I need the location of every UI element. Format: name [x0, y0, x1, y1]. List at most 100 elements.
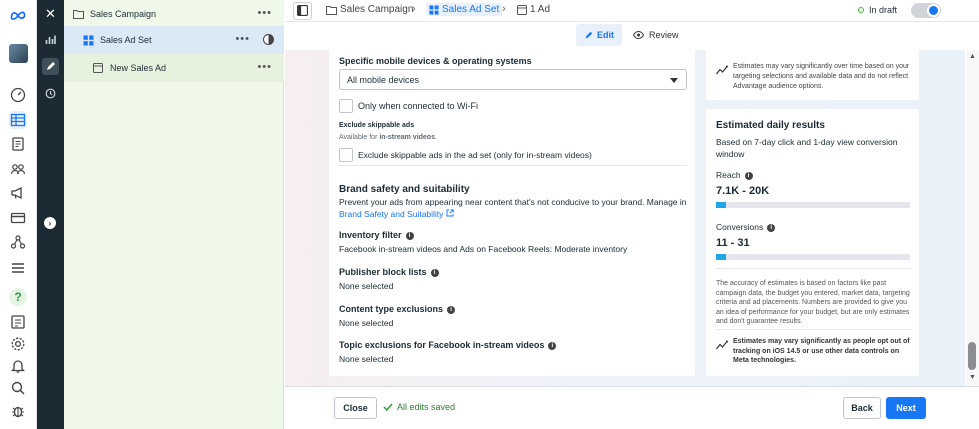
estimate-note-text: Estimates may vary significantly over ti…: [733, 63, 910, 90]
search-icon[interactable]: [9, 379, 27, 397]
tree-campaign-label: Sales Campaign: [90, 9, 157, 19]
conversions-value: 11 - 31: [716, 237, 750, 249]
content-type-title: Content type exclusions: [339, 304, 444, 314]
info-icon[interactable]: i: [405, 231, 414, 240]
tree-item-ad[interactable]: New Sales Ad •••: [64, 54, 284, 82]
exclude-sub-suffix: .: [434, 134, 437, 141]
info-icon[interactable]: i: [744, 171, 753, 180]
devices-heading: Specific mobile devices & operating syst…: [339, 56, 532, 66]
review-tab[interactable]: Review: [633, 24, 679, 46]
info-icon[interactable]: i: [767, 223, 776, 232]
close-button[interactable]: Close: [334, 397, 377, 419]
accuracy-note: The accuracy of estimates is based on fa…: [716, 280, 910, 326]
brand-safety-link-label: Brand Safety and Suitability: [339, 209, 444, 219]
breadcrumb-campaign-label: Sales Campaign: [340, 4, 414, 15]
dashboard-icon[interactable]: [9, 86, 27, 104]
brand-safety-link[interactable]: Brand Safety and Suitability: [339, 209, 454, 219]
exclude-sub-bold: in-stream videos: [379, 134, 435, 141]
billing-icon[interactable]: [9, 209, 27, 227]
scrollbar-thumb[interactable]: [968, 342, 976, 370]
draft-status: In draft: [858, 5, 897, 15]
bug-icon[interactable]: [9, 402, 27, 420]
breadcrumb-ad[interactable]: 1 Ad: [517, 4, 550, 15]
meta-logo-icon[interactable]: [7, 6, 29, 24]
more-options-icon[interactable]: •••: [257, 7, 272, 19]
audiences-icon[interactable]: [9, 160, 27, 178]
devices-dropdown[interactable]: All mobile devices: [339, 69, 687, 90]
estimated-results-title: Estimated daily results: [716, 120, 825, 131]
adset-grid-icon: [82, 34, 94, 46]
info-icon[interactable]: i: [447, 305, 456, 314]
breadcrumb-campaign[interactable]: Sales Campaign: [326, 4, 413, 15]
toggle-panel-button[interactable]: [293, 2, 312, 20]
estimated-daily-results-card: Estimated daily results Based on 7-day c…: [706, 109, 919, 376]
tree-item-adset[interactable]: Sales Ad Set •••: [64, 26, 284, 54]
more-options-icon[interactable]: •••: [235, 33, 250, 45]
trend-icon: [716, 65, 728, 75]
breadcrumb-adset[interactable]: Sales Ad Set: [426, 3, 503, 16]
history-icon[interactable]: [42, 85, 59, 102]
panel-toggle-icon: [297, 4, 308, 18]
save-status: All edits saved: [383, 402, 455, 412]
brand-safety-text: Prevent your ads from appearing near con…: [339, 197, 687, 207]
edit-tab[interactable]: Edit: [576, 24, 622, 46]
info-icon[interactable]: i: [548, 341, 557, 350]
edit-pencil-icon[interactable]: [42, 58, 59, 75]
megaphone-icon[interactable]: [9, 184, 27, 202]
ad-icon: [517, 4, 527, 15]
external-link-icon: [446, 209, 454, 217]
tree-ad-label: New Sales Ad: [110, 63, 167, 73]
estimate-note-card: Estimates may vary significantly over ti…: [706, 50, 919, 100]
exclude-skippable-checkbox[interactable]: [339, 148, 353, 162]
inventory-filter-value: Facebook in-stream videos and Ads on Fac…: [339, 244, 628, 254]
inventory-filter-heading: Inventory filter i: [339, 230, 414, 240]
reach-bar-fill: [716, 202, 726, 208]
bar-chart-icon[interactable]: [42, 31, 59, 48]
info-icon[interactable]: i: [430, 268, 439, 277]
tree-adset-label: Sales Ad Set: [100, 35, 152, 45]
breadcrumb-adset-label: Sales Ad Set: [442, 4, 500, 15]
back-button[interactable]: Back: [843, 397, 881, 419]
content-type-heading: Content type exclusions i: [339, 304, 456, 314]
half-circle-status-icon[interactable]: [263, 34, 274, 45]
wifi-checkbox[interactable]: [339, 99, 353, 113]
publish-toggle[interactable]: [911, 3, 941, 18]
wifi-label: Only when connected to Wi-Fi: [358, 101, 479, 111]
reach-heading: Reach i: [716, 170, 753, 180]
inventory-filter-title: Inventory filter: [339, 230, 402, 240]
account-avatar[interactable]: [9, 44, 28, 63]
devices-dropdown-value: All mobile devices: [347, 75, 420, 85]
back-button-label: Back: [851, 403, 873, 413]
reach-bar: [716, 202, 910, 208]
help-icon[interactable]: ?: [9, 288, 27, 306]
vertical-scrollbar[interactable]: ▲ ▼: [966, 50, 979, 386]
close-editor-icon[interactable]: ✕: [42, 5, 59, 22]
conversions-heading: Conversions i: [716, 222, 776, 232]
notifications-icon[interactable]: [9, 357, 27, 375]
campaigns-table-icon[interactable]: [9, 111, 27, 129]
reports-icon[interactable]: [9, 313, 27, 331]
breadcrumb-ad-label: 1 Ad: [530, 4, 551, 15]
events-icon[interactable]: [9, 233, 27, 251]
trend-icon: [716, 340, 728, 350]
pages-icon[interactable]: [9, 135, 27, 153]
estimated-results-subtitle: Based on 7-day click and 1-day view conv…: [716, 137, 898, 159]
dropdown-caret-icon: [670, 78, 678, 83]
settings-icon[interactable]: [9, 335, 27, 353]
menu-icon[interactable]: [9, 259, 27, 277]
more-options-icon[interactable]: •••: [257, 61, 272, 73]
scroll-down-icon[interactable]: ▼: [969, 374, 976, 381]
pencil-icon: [585, 31, 593, 38]
editor-tool-strip: ✕ ›: [37, 0, 64, 429]
exclude-skippable-label: Exclude skippable ads in the ad set (onl…: [358, 150, 592, 160]
conversions-bar-fill: [716, 254, 726, 260]
content-type-value: None selected: [339, 318, 394, 328]
edit-tab-label: Edit: [597, 30, 614, 40]
reach-value: 7.1K - 20K: [716, 185, 770, 197]
expand-panel-icon[interactable]: ›: [44, 217, 56, 229]
next-button[interactable]: Next: [886, 397, 926, 419]
tree-item-campaign[interactable]: Sales Campaign •••: [64, 0, 284, 28]
scroll-up-icon[interactable]: ▲: [969, 53, 976, 60]
folder-icon: [72, 8, 84, 20]
campaign-tree-panel: Sales Campaign ••• Sales Ad Set ••• New …: [64, 0, 284, 429]
